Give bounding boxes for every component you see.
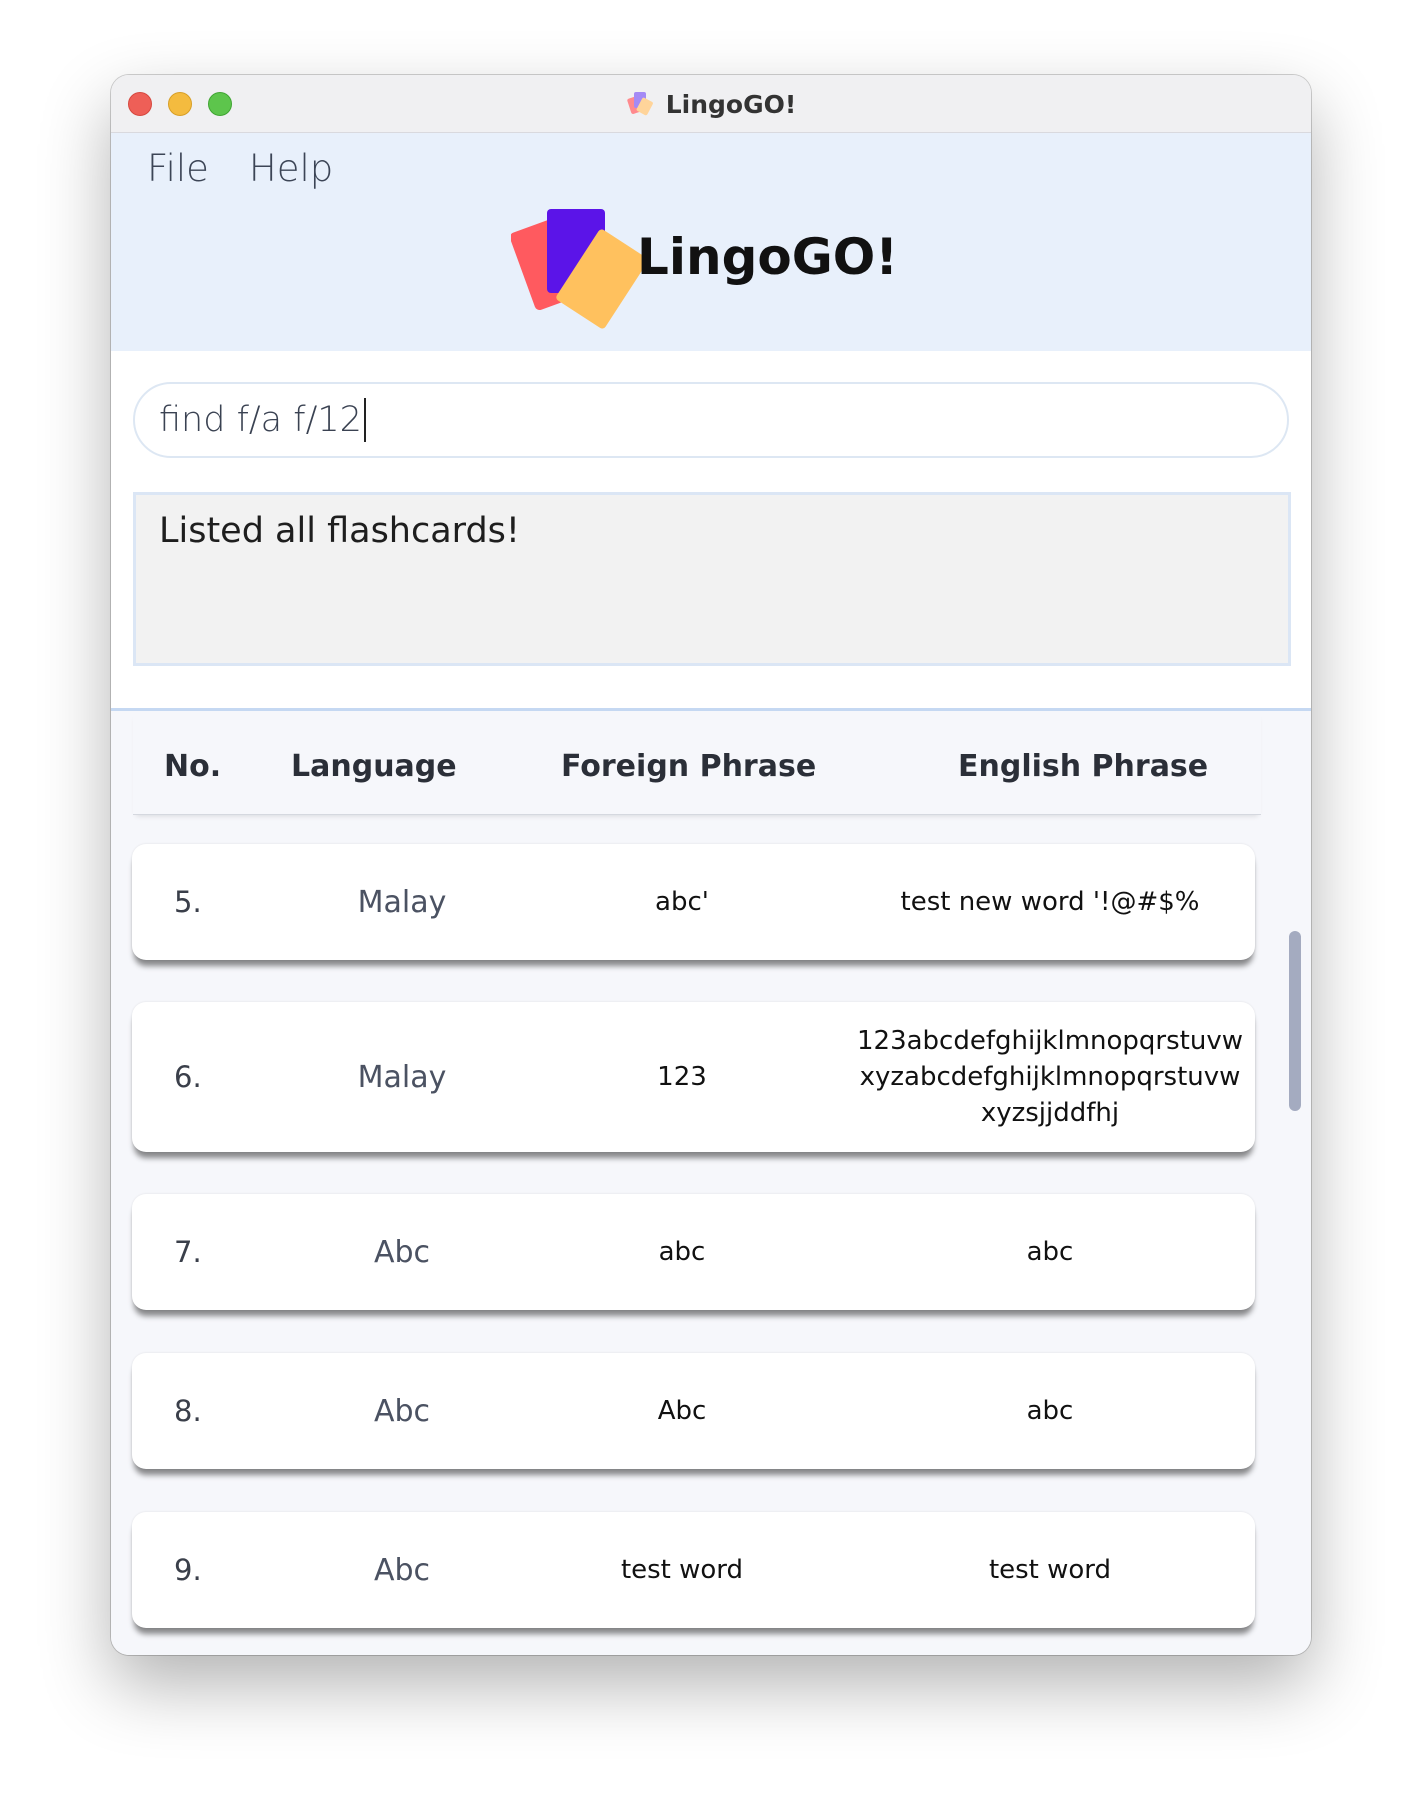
flashcard-row[interactable]: 8. Abc Abc abc [132,1353,1255,1469]
menu-file[interactable]: File [147,147,209,190]
title-bar[interactable]: LingoGO! [111,75,1311,133]
row-english-phrase: abc [1026,1237,1074,1267]
row-english-phrase: test word [988,1555,1112,1585]
list-scrollbar[interactable] [1289,931,1301,1111]
command-input[interactable]: find f/a f/12 [133,382,1289,458]
result-message: Listed all flashcards! [159,511,520,551]
row-english-phrase: abc [1026,1396,1074,1426]
row-foreign-phrase: abc' [655,887,709,917]
row-number: 7. [174,1235,202,1269]
flashcard-row[interactable]: 9. Abc test word test word [132,1512,1255,1628]
lingogo-logo: LingoGO! [511,209,898,329]
flashcard-list[interactable]: No. Language Foreign Phrase English Phra… [111,711,1311,1655]
table-header: No. Language Foreign Phrase English Phra… [133,711,1261,815]
row-foreign-phrase: Abc [657,1396,707,1426]
stacked-cards-icon [627,92,653,116]
row-number: 5. [174,885,202,919]
flashcard-row[interactable]: 5. Malay abc' test new word '!@#$% [132,844,1255,960]
header-language: Language [291,749,457,784]
command-area: find f/a f/12 Listed all flashcards! [111,351,1311,711]
result-display: Listed all flashcards! [133,492,1291,666]
app-header: File Help LingoGO! [111,133,1311,351]
flashcard-row[interactable]: 7. Abc abc abc [132,1194,1255,1310]
app-window: LingoGO! File Help LingoGO! find f/a f/1… [111,75,1311,1655]
header-foreign-phrase: Foreign Phrase [561,749,817,784]
row-number: 6. [174,1060,202,1094]
header-no: No. [164,749,222,784]
menu-bar: File Help [147,147,333,190]
text-caret [363,398,366,442]
row-number: 9. [174,1553,202,1587]
row-english-phrase: 123abcdefghijklmnopqrstuvw xyzabcdefghij… [856,1026,1243,1128]
logo-cards-icon [511,209,648,329]
row-foreign-phrase: test word [620,1555,744,1585]
row-english-phrase: test new word '!@#$% [900,887,1200,917]
menu-help[interactable]: Help [249,147,333,190]
window-title: LingoGO! [665,89,797,119]
header-english-phrase: English Phrase [958,749,1209,784]
command-input-value: find f/a f/12 [159,400,362,440]
logo-text: LingoGO! [637,228,898,286]
row-foreign-phrase: 123 [657,1062,707,1092]
flashcard-row[interactable]: 6. Malay 123 123abcdefghijklmnopqrstuvw … [132,1002,1255,1152]
row-number: 8. [174,1394,202,1428]
row-foreign-phrase: abc [658,1237,706,1267]
